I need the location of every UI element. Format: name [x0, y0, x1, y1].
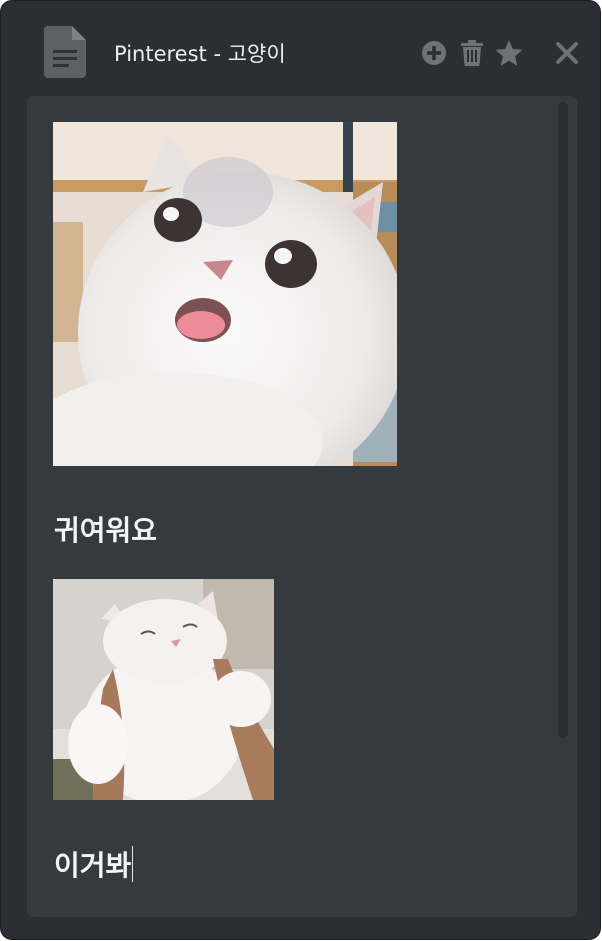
add-note-button[interactable]: [420, 39, 448, 67]
note-content[interactable]: 귀여워요 이거봐: [27, 96, 577, 917]
favorite-button[interactable]: [495, 39, 523, 67]
delete-button[interactable]: [458, 39, 486, 67]
add-icon: [422, 41, 446, 65]
star-icon: [495, 39, 523, 66]
document-icon: [44, 26, 86, 78]
text-cursor: [132, 846, 134, 882]
note-text-2-label: 이거봐: [54, 849, 132, 882]
cat-photo-1: [53, 122, 397, 466]
cat-photo-2: [53, 579, 274, 800]
title-bar[interactable]: Pinterest - 고양이: [1, 1, 600, 95]
note-text-1[interactable]: 귀여워요: [54, 509, 157, 549]
close-button[interactable]: [553, 39, 581, 67]
note-window: Pinterest - 고양이 귀여워요 이거봐: [0, 0, 601, 940]
note-text-2[interactable]: 이거봐: [54, 844, 134, 884]
trash-icon: [461, 40, 483, 66]
window-title: Pinterest - 고양이: [114, 42, 286, 66]
scrollbar[interactable]: [558, 102, 568, 738]
close-icon: [556, 42, 578, 64]
